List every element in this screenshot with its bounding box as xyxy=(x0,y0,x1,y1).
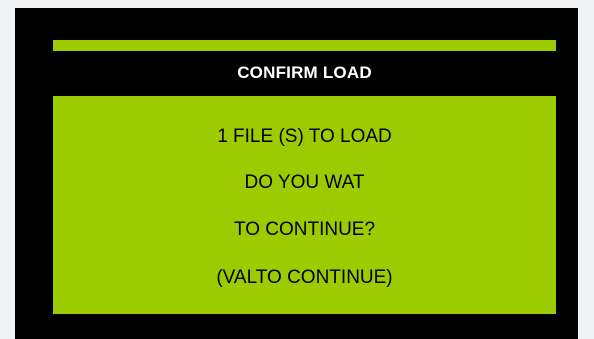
file-count-message: 1 FILE (S) TO LOAD xyxy=(217,126,392,147)
device-screen: CONFIRM LOAD 1 FILE (S) TO LOAD DO YOU W… xyxy=(15,8,578,339)
header-accent-bar xyxy=(53,40,556,51)
prompt-message-line-2: TO CONTINUE? xyxy=(233,219,376,240)
dialog-title: CONFIRM LOAD xyxy=(237,63,372,82)
confirm-load-dialog-body: 1 FILE (S) TO LOAD DO YOU WAT TO CONTINU… xyxy=(53,96,556,314)
continue-instruction: (VALTO CONTINUE) xyxy=(216,267,393,288)
prompt-message-line-1: DO YOU WAT xyxy=(244,172,365,193)
